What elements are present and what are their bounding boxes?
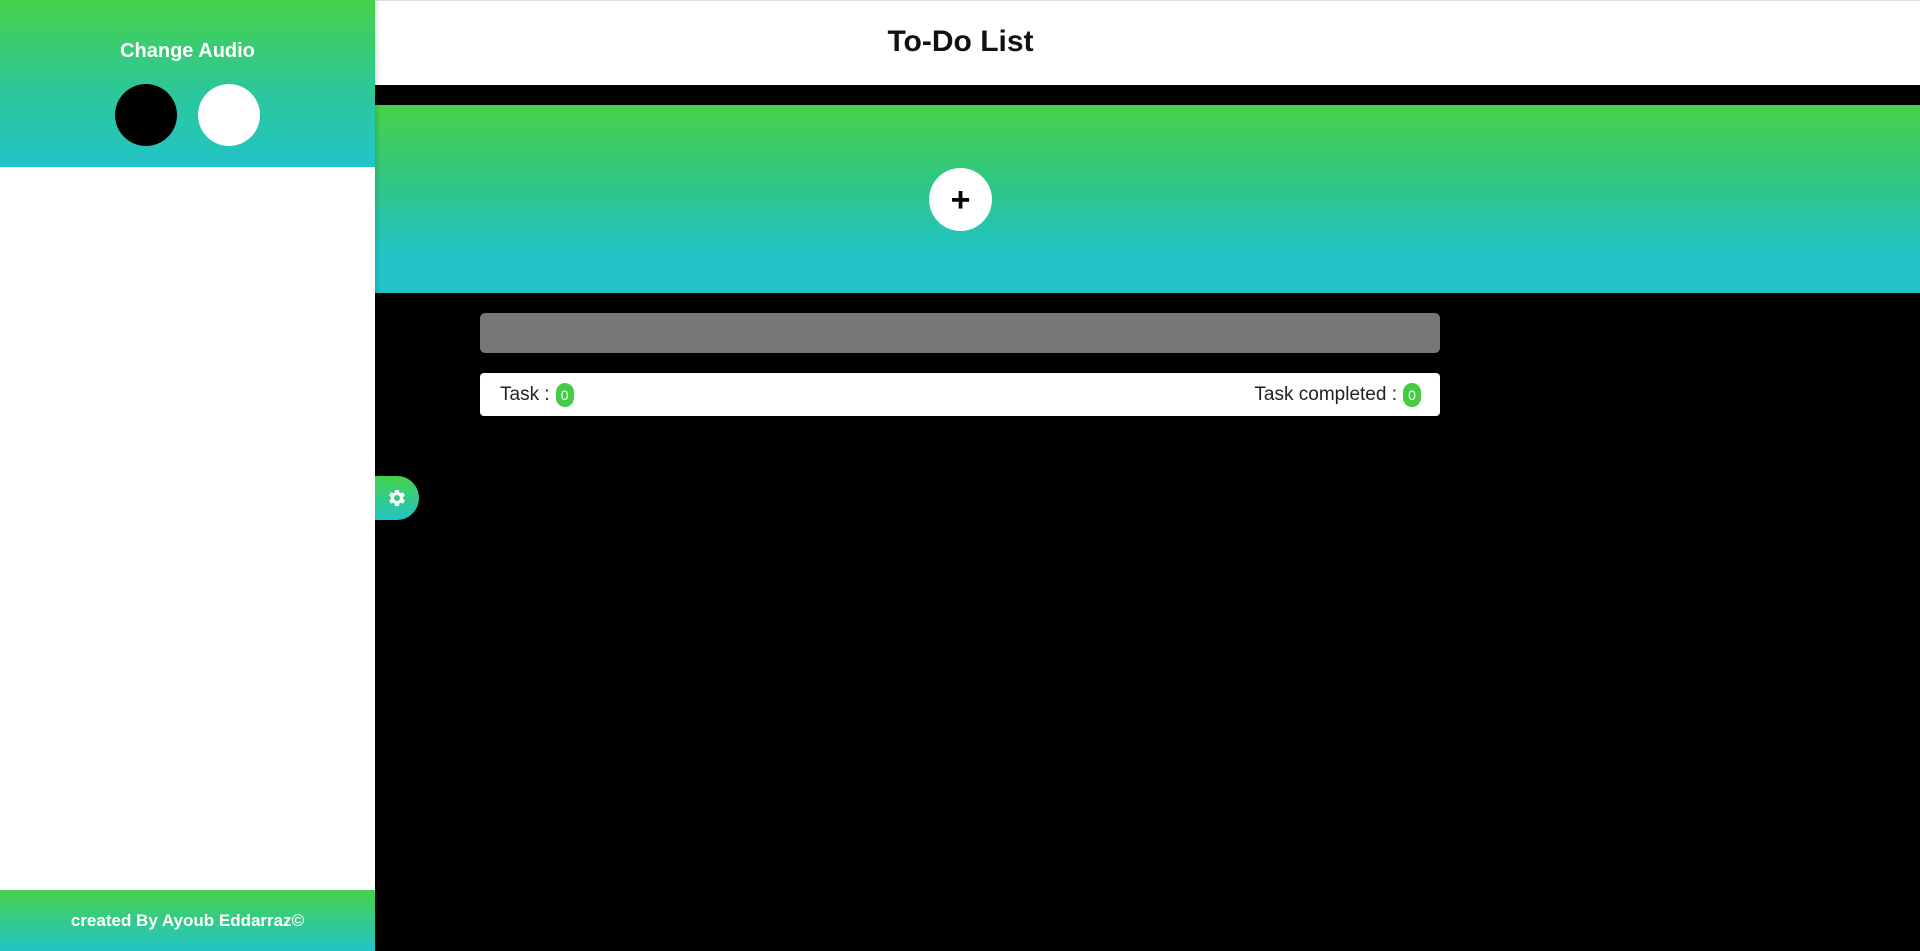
sidebar-footer: created By Ayoub Eddarraz© — [0, 890, 375, 951]
sidebar: Change Audio created By Ayoub Eddarraz© — [0, 0, 375, 951]
completed-count-label: Task completed : — [1254, 383, 1397, 405]
task-stats-bar: Task : 0 Task completed : 0 — [480, 373, 1440, 416]
add-task-button[interactable]: + — [929, 168, 992, 231]
sidebar-header: Change Audio — [0, 0, 375, 167]
task-count-stat: Task : 0 — [500, 382, 574, 407]
top-bar: To-Do List — [375, 0, 1920, 85]
page-title: To-Do List — [887, 25, 1034, 58]
footer-credit: created By Ayoub Eddarraz© — [70, 910, 305, 930]
audio-option-black[interactable] — [115, 84, 177, 146]
completed-count-badge: 0 — [1403, 382, 1421, 407]
hero-banner: + — [375, 105, 1920, 293]
completed-count-stat: Task completed : 0 — [1254, 382, 1421, 407]
task-count-badge: 0 — [555, 382, 574, 407]
gear-icon — [389, 490, 405, 506]
audio-option-white[interactable] — [198, 84, 260, 146]
settings-toggle-button[interactable] — [375, 476, 419, 520]
change-audio-title: Change Audio — [120, 40, 255, 62]
task-input[interactable] — [480, 313, 1440, 353]
task-count-label: Task : — [500, 383, 550, 405]
